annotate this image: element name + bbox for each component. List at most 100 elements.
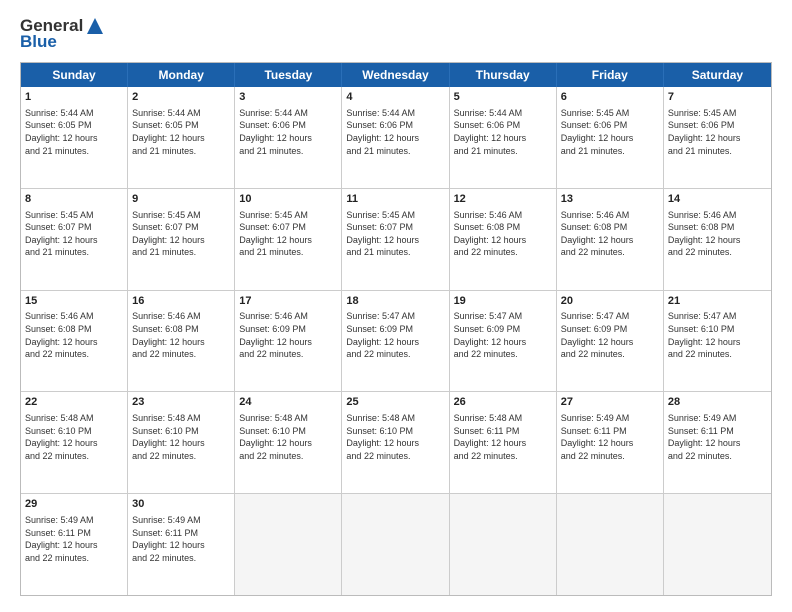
day-cell-8: 8Sunrise: 5:45 AMSunset: 6:07 PMDaylight…	[21, 189, 128, 290]
day-cell-10: 10 Sunrise: 5:45 AMSunset: 6:07 PMDayligh…	[235, 189, 342, 290]
calendar-row-4: 22 Sunrise: 5:48 AMSunset: 6:10 PMDayligh…	[21, 392, 771, 494]
cell-info: Sunrise: 5:46 AMSunset: 6:08 PMDaylight:…	[454, 209, 552, 259]
day-cell-14: 14Sunrise: 5:46 AMSunset: 6:08 PMDayligh…	[664, 189, 771, 290]
day-number: 22	[25, 395, 123, 410]
cell-info: Sunrise: 5:44 AMSunset: 6:05 PMDaylight:…	[132, 107, 230, 157]
day-number: 4	[346, 90, 444, 105]
day-cell-30: 30 Sunrise: 5:49 AMSunset: 6:11 PMDayligh…	[128, 494, 235, 595]
day-cell-27: 27 Sunrise: 5:49 AMSunset: 6:11 PMDayligh…	[557, 392, 664, 493]
cell-info: Sunrise: 5:44 AMSunset: 6:06 PMDaylight:…	[239, 107, 337, 157]
calendar-row-1: 1 Sunrise: 5:44 AMSunset: 6:05 PMDaylight…	[21, 87, 771, 189]
cell-info: Sunrise: 5:45 AMSunset: 6:07 PMDaylight:…	[346, 209, 444, 259]
header-day-tuesday: Tuesday	[235, 63, 342, 87]
day-cell-24: 24 Sunrise: 5:48 AMSunset: 6:10 PMDayligh…	[235, 392, 342, 493]
day-cell-17: 17Sunrise: 5:46 AMSunset: 6:09 PMDayligh…	[235, 291, 342, 392]
day-cell-26: 26Sunrise: 5:48 AMSunset: 6:11 PMDayligh…	[450, 392, 557, 493]
cell-info: Sunrise: 5:47 AMSunset: 6:09 PMDaylight:…	[454, 310, 552, 360]
day-number: 3	[239, 90, 337, 105]
calendar-page: General Blue SundayMondayTuesdayWednesda…	[0, 0, 792, 612]
day-number: 7	[668, 90, 767, 105]
cell-info: Sunrise: 5:45 AMSunset: 6:07 PMDaylight:…	[239, 209, 337, 259]
day-number: 28	[668, 395, 767, 410]
header-day-saturday: Saturday	[664, 63, 771, 87]
day-cell-25: 25 Sunrise: 5:48 AMSunset: 6:10 PMDayligh…	[342, 392, 449, 493]
cell-info: Sunrise: 5:45 AMSunset: 6:06 PMDaylight:…	[668, 107, 767, 157]
day-number: 24	[239, 395, 337, 410]
day-number: 9	[132, 192, 230, 207]
cell-info: Sunrise: 5:48 AMSunset: 6:11 PMDaylight:…	[454, 412, 552, 462]
calendar-row-3: 15 Sunrise: 5:46 AMSunset: 6:08 PMDayligh…	[21, 291, 771, 393]
day-number: 2	[132, 90, 230, 105]
calendar: SundayMondayTuesdayWednesdayThursdayFrid…	[20, 62, 772, 596]
cell-info: Sunrise: 5:48 AMSunset: 6:10 PMDaylight:…	[132, 412, 230, 462]
day-number: 5	[454, 90, 552, 105]
day-number: 18	[346, 294, 444, 309]
cell-info: Sunrise: 5:49 AMSunset: 6:11 PMDaylight:…	[668, 412, 767, 462]
cell-info: Sunrise: 5:44 AMSunset: 6:06 PMDaylight:…	[346, 107, 444, 157]
cell-info: Sunrise: 5:49 AMSunset: 6:11 PMDaylight:…	[25, 514, 123, 564]
empty-cell	[557, 494, 664, 595]
day-number: 1	[25, 90, 123, 105]
cell-info: Sunrise: 5:47 AMSunset: 6:09 PMDaylight:…	[346, 310, 444, 360]
day-number: 23	[132, 395, 230, 410]
header-day-sunday: Sunday	[21, 63, 128, 87]
day-cell-16: 16Sunrise: 5:46 AMSunset: 6:08 PMDayligh…	[128, 291, 235, 392]
day-number: 16	[132, 294, 230, 309]
day-number: 20	[561, 294, 659, 309]
day-cell-29: 29 Sunrise: 5:49 AMSunset: 6:11 PMDayligh…	[21, 494, 128, 595]
empty-cell	[664, 494, 771, 595]
cell-info: Sunrise: 5:48 AMSunset: 6:10 PMDaylight:…	[25, 412, 123, 462]
cell-info: Sunrise: 5:47 AMSunset: 6:10 PMDaylight:…	[668, 310, 767, 360]
day-number: 15	[25, 294, 123, 309]
day-number: 12	[454, 192, 552, 207]
logo: General Blue	[20, 16, 105, 52]
day-cell-9: 9 Sunrise: 5:45 AMSunset: 6:07 PMDaylight…	[128, 189, 235, 290]
day-number: 11	[346, 192, 444, 207]
cell-info: Sunrise: 5:45 AMSunset: 6:07 PMDaylight:…	[132, 209, 230, 259]
day-cell-22: 22 Sunrise: 5:48 AMSunset: 6:10 PMDayligh…	[21, 392, 128, 493]
day-number: 29	[25, 497, 123, 512]
day-cell-18: 18Sunrise: 5:47 AMSunset: 6:09 PMDayligh…	[342, 291, 449, 392]
cell-info: Sunrise: 5:48 AMSunset: 6:10 PMDaylight:…	[346, 412, 444, 462]
logo-icon	[85, 16, 105, 36]
day-cell-23: 23 Sunrise: 5:48 AMSunset: 6:10 PMDayligh…	[128, 392, 235, 493]
cell-info: Sunrise: 5:46 AMSunset: 6:09 PMDaylight:…	[239, 310, 337, 360]
cell-info: Sunrise: 5:46 AMSunset: 6:08 PMDaylight:…	[132, 310, 230, 360]
day-cell-4: 4 Sunrise: 5:44 AMSunset: 6:06 PMDaylight…	[342, 87, 449, 188]
day-cell-2: 2 Sunrise: 5:44 AMSunset: 6:05 PMDaylight…	[128, 87, 235, 188]
day-cell-21: 21Sunrise: 5:47 AMSunset: 6:10 PMDayligh…	[664, 291, 771, 392]
calendar-row-5: 29 Sunrise: 5:49 AMSunset: 6:11 PMDayligh…	[21, 494, 771, 595]
day-cell-12: 12 Sunrise: 5:46 AMSunset: 6:08 PMDayligh…	[450, 189, 557, 290]
cell-info: Sunrise: 5:48 AMSunset: 6:10 PMDaylight:…	[239, 412, 337, 462]
day-number: 25	[346, 395, 444, 410]
day-number: 21	[668, 294, 767, 309]
day-number: 30	[132, 497, 230, 512]
day-cell-19: 19Sunrise: 5:47 AMSunset: 6:09 PMDayligh…	[450, 291, 557, 392]
day-cell-1: 1 Sunrise: 5:44 AMSunset: 6:05 PMDaylight…	[21, 87, 128, 188]
day-number: 6	[561, 90, 659, 105]
day-cell-6: 6 Sunrise: 5:45 AMSunset: 6:06 PMDaylight…	[557, 87, 664, 188]
empty-cell	[450, 494, 557, 595]
day-cell-20: 20Sunrise: 5:47 AMSunset: 6:09 PMDayligh…	[557, 291, 664, 392]
cell-info: Sunrise: 5:49 AMSunset: 6:11 PMDaylight:…	[561, 412, 659, 462]
day-cell-15: 15Sunrise: 5:46 AMSunset: 6:08 PMDayligh…	[21, 291, 128, 392]
day-cell-7: 7 Sunrise: 5:45 AMSunset: 6:06 PMDaylight…	[664, 87, 771, 188]
day-number: 10	[239, 192, 337, 207]
logo-blue: Blue	[20, 32, 57, 52]
cell-info: Sunrise: 5:45 AMSunset: 6:06 PMDaylight:…	[561, 107, 659, 157]
calendar-body: 1 Sunrise: 5:44 AMSunset: 6:05 PMDaylight…	[21, 87, 771, 595]
cell-info: Sunrise: 5:47 AMSunset: 6:09 PMDaylight:…	[561, 310, 659, 360]
cell-info: Sunrise: 5:44 AMSunset: 6:06 PMDaylight:…	[454, 107, 552, 157]
cell-info: Sunrise: 5:46 AMSunset: 6:08 PMDaylight:…	[561, 209, 659, 259]
page-header: General Blue	[20, 16, 772, 52]
day-number: 27	[561, 395, 659, 410]
day-cell-5: 5 Sunrise: 5:44 AMSunset: 6:06 PMDaylight…	[450, 87, 557, 188]
day-cell-11: 11 Sunrise: 5:45 AMSunset: 6:07 PMDayligh…	[342, 189, 449, 290]
day-cell-28: 28 Sunrise: 5:49 AMSunset: 6:11 PMDayligh…	[664, 392, 771, 493]
day-number: 13	[561, 192, 659, 207]
day-cell-13: 13 Sunrise: 5:46 AMSunset: 6:08 PMDayligh…	[557, 189, 664, 290]
cell-info: Sunrise: 5:44 AMSunset: 6:05 PMDaylight:…	[25, 107, 123, 157]
calendar-row-2: 8Sunrise: 5:45 AMSunset: 6:07 PMDaylight…	[21, 189, 771, 291]
cell-info: Sunrise: 5:49 AMSunset: 6:11 PMDaylight:…	[132, 514, 230, 564]
day-number: 14	[668, 192, 767, 207]
